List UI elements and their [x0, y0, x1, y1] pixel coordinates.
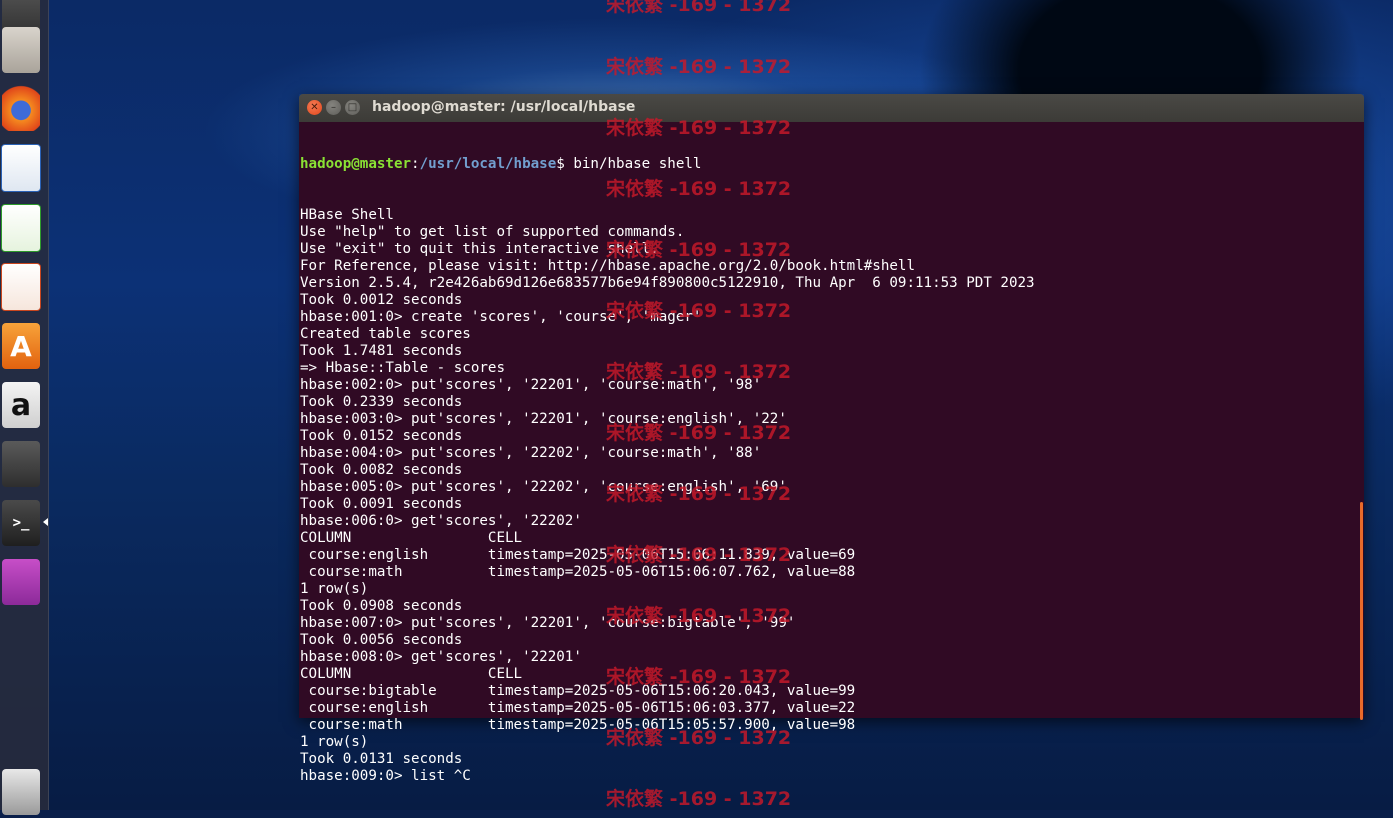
launcher-trash[interactable]: [0, 766, 42, 818]
terminal-line: Took 0.0091 seconds: [300, 496, 463, 512]
terminal-scrollbar[interactable]: [1360, 502, 1363, 720]
terminal-line: Use "help" to get list of supported comm…: [300, 224, 685, 240]
terminal-line: Created table scores: [300, 326, 471, 342]
launcher-item[interactable]: [0, 202, 42, 254]
terminal-line: => Hbase::Table - scores: [300, 360, 505, 376]
terminal-line: hbase:006:0> get'scores', '22202': [300, 513, 582, 529]
terminal-prompt-line: hadoop@master:/usr/local/hbase$ bin/hbas…: [300, 156, 702, 172]
launcher-item[interactable]: a: [0, 379, 42, 431]
launcher-item[interactable]: [0, 24, 42, 76]
launcher-item[interactable]: >_: [0, 497, 42, 549]
active-app-indicator: [43, 518, 48, 526]
terminal-icon: >_: [2, 500, 40, 546]
terminal-line: Use "exit" to quit this interactive shel…: [300, 241, 659, 257]
unity-launcher: Aa >_: [0, 0, 49, 815]
terminal-line: 1 row(s): [300, 581, 369, 597]
terminal-line: HBase Shell: [300, 207, 394, 223]
launcher-item[interactable]: [0, 142, 42, 194]
prompt-command: $ bin/hbase shell: [556, 156, 702, 172]
system-tools-icon: [2, 441, 40, 487]
terminal-line: course:english timestamp=2025-05-06T15:0…: [300, 547, 856, 563]
terminal-line: hbase:002:0> put'scores', '22201', 'cour…: [300, 377, 762, 393]
libreoffice-calc-icon: [1, 204, 41, 252]
prompt-user: hadoop@master: [300, 156, 412, 172]
terminal-line: COLUMN CELL: [300, 530, 523, 546]
terminal-line: 1 row(s): [300, 734, 369, 750]
terminal-text: hadoop@master:/usr/local/hbase$ bin/hbas…: [300, 122, 1035, 785]
terminal-line: hbase:001:0> create 'scores', 'course', …: [300, 309, 702, 325]
terminal-line: course:bigtable timestamp=2025-05-06T15:…: [300, 683, 856, 699]
firefox-icon: [2, 85, 40, 131]
amazon-icon: a: [2, 382, 40, 428]
close-icon[interactable]: ✕: [307, 100, 322, 115]
window-titlebar[interactable]: ✕ – □ hadoop@master: /usr/local/hbase: [299, 94, 1364, 122]
launcher-item[interactable]: [0, 556, 42, 608]
launcher-item[interactable]: A: [0, 320, 42, 372]
window-title: hadoop@master: /usr/local/hbase: [372, 99, 636, 115]
software-center-icon: A: [2, 323, 40, 369]
terminal-line: hbase:007:0> put'scores', '22201', 'cour…: [300, 615, 796, 631]
terminal-window[interactable]: ✕ – □ hadoop@master: /usr/local/hbase ha…: [299, 94, 1364, 784]
terminal-line: course:english timestamp=2025-05-06T15:0…: [300, 700, 856, 716]
terminal-line: For Reference, please visit: http://hbas…: [300, 258, 915, 274]
launcher-item[interactable]: [0, 438, 42, 490]
terminal-line: Took 0.0152 seconds: [300, 428, 463, 444]
minimize-icon[interactable]: –: [326, 100, 341, 115]
files-icon: [2, 27, 40, 73]
terminal-line: hbase:004:0> put'scores', '22202', 'cour…: [300, 445, 762, 461]
libreoffice-impress-icon: [1, 263, 41, 311]
terminal-line: course:math timestamp=2025-05-06T15:06:0…: [300, 564, 856, 580]
libreoffice-writer-icon: [1, 144, 41, 192]
terminal-line: Took 0.2339 seconds: [300, 394, 463, 410]
terminal-line: Took 0.0012 seconds: [300, 292, 463, 308]
terminal-line: hbase:003:0> put'scores', '22201', 'cour…: [300, 411, 787, 427]
terminal-line: Took 1.7481 seconds: [300, 343, 463, 359]
terminal-line: Version 2.5.4, r2e426ab69d126e683577b6e9…: [300, 275, 1035, 291]
terminal-line: COLUMN CELL: [300, 666, 523, 682]
terminal-line: hbase:005:0> put'scores', '22202', 'cour…: [300, 479, 787, 495]
terminal-line: Took 0.0131 seconds: [300, 751, 463, 767]
terminal-output[interactable]: hadoop@master:/usr/local/hbase$ bin/hbas…: [299, 122, 1364, 784]
terminal-line: hbase:008:0> get'scores', '22201': [300, 649, 582, 665]
terminal-line: Took 0.0056 seconds: [300, 632, 463, 648]
launcher-item[interactable]: [0, 261, 42, 313]
terminal-line: Took 0.0908 seconds: [300, 598, 463, 614]
remote-desktop-icon: [2, 559, 40, 605]
maximize-icon[interactable]: □: [345, 100, 360, 115]
terminal-line: Took 0.0082 seconds: [300, 462, 463, 478]
terminal-line: course:math timestamp=2025-05-06T15:05:5…: [300, 717, 856, 733]
terminal-line: hbase:009:0> list ^C: [300, 768, 471, 784]
trash-icon: [2, 769, 40, 815]
prompt-path: /usr/local/hbase: [419, 156, 557, 172]
launcher-item[interactable]: [0, 82, 42, 134]
